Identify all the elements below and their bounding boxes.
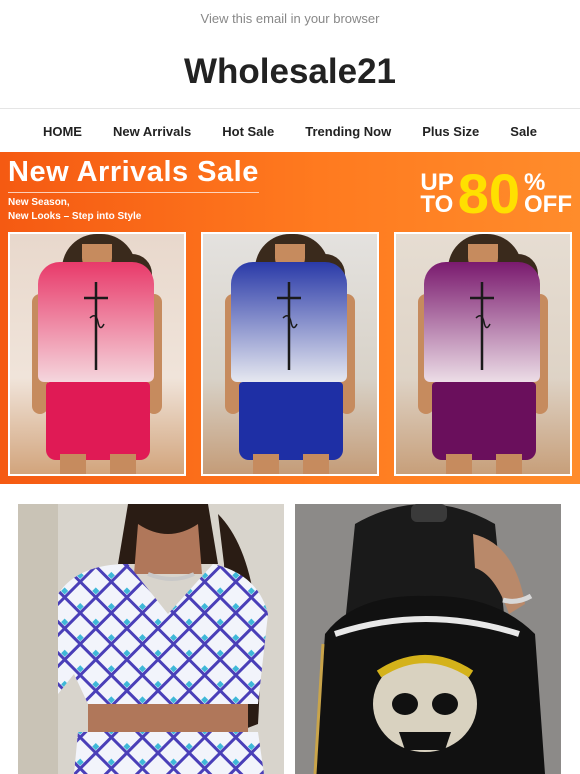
- banner-subtitle-line2: New Looks – Step into Style: [8, 211, 142, 222]
- banner-subtitle: New Season, New Looks – Step into Style: [8, 196, 141, 224]
- view-in-browser-bar: View this email in your browser: [0, 0, 580, 36]
- promo-percent-off: % OFF: [524, 171, 572, 218]
- blue-shorts: [239, 382, 343, 460]
- product-photo-band-tee[interactable]: [295, 504, 561, 774]
- product-photo-geometric-set[interactable]: [18, 504, 284, 774]
- promo-to: TO: [420, 191, 454, 218]
- promo-number: 80: [457, 162, 520, 225]
- banner-subtitle-line1: New Season,: [8, 197, 70, 208]
- product-panel-purple[interactable]: [394, 232, 572, 476]
- purple-shorts: [432, 382, 536, 460]
- nav-item-sale[interactable]: Sale: [495, 124, 553, 139]
- nav-item-new-arrivals[interactable]: New Arrivals: [97, 124, 206, 139]
- view-in-browser-link[interactable]: View this email in your browser: [201, 11, 380, 26]
- pink-shorts: [46, 382, 150, 460]
- nav-item-hot-sale[interactable]: Hot Sale: [207, 124, 290, 139]
- model-leg: [303, 454, 329, 474]
- brand-logo[interactable]: Wholesale21: [0, 36, 580, 109]
- geometric-print-outfit-image: [18, 504, 284, 774]
- model-leg: [446, 454, 472, 474]
- faith-cross-graphic: [277, 282, 301, 370]
- product-panel-blue[interactable]: [201, 232, 379, 476]
- banner-title: New Arrivals Sale: [8, 156, 259, 193]
- band-tshirt-image: [295, 504, 561, 774]
- model-leg: [253, 454, 279, 474]
- faith-cross-graphic: [470, 282, 494, 370]
- nav-item-trending-now[interactable]: Trending Now: [290, 124, 407, 139]
- product-panel-pink[interactable]: [8, 232, 186, 476]
- promo-off: OFF: [524, 191, 572, 218]
- model-leg: [496, 454, 522, 474]
- promo-badge: UP TO 80 % OFF: [420, 166, 572, 222]
- nav-item-home[interactable]: HOME: [27, 124, 97, 139]
- faith-cross-graphic: [84, 282, 108, 370]
- promo-up-to: UP TO: [420, 171, 454, 218]
- model-leg: [60, 454, 86, 474]
- model-leg: [110, 454, 136, 474]
- nav-item-plus-size[interactable]: Plus Size: [407, 124, 495, 139]
- main-nav: HOME New Arrivals Hot Sale Trending Now …: [0, 109, 580, 154]
